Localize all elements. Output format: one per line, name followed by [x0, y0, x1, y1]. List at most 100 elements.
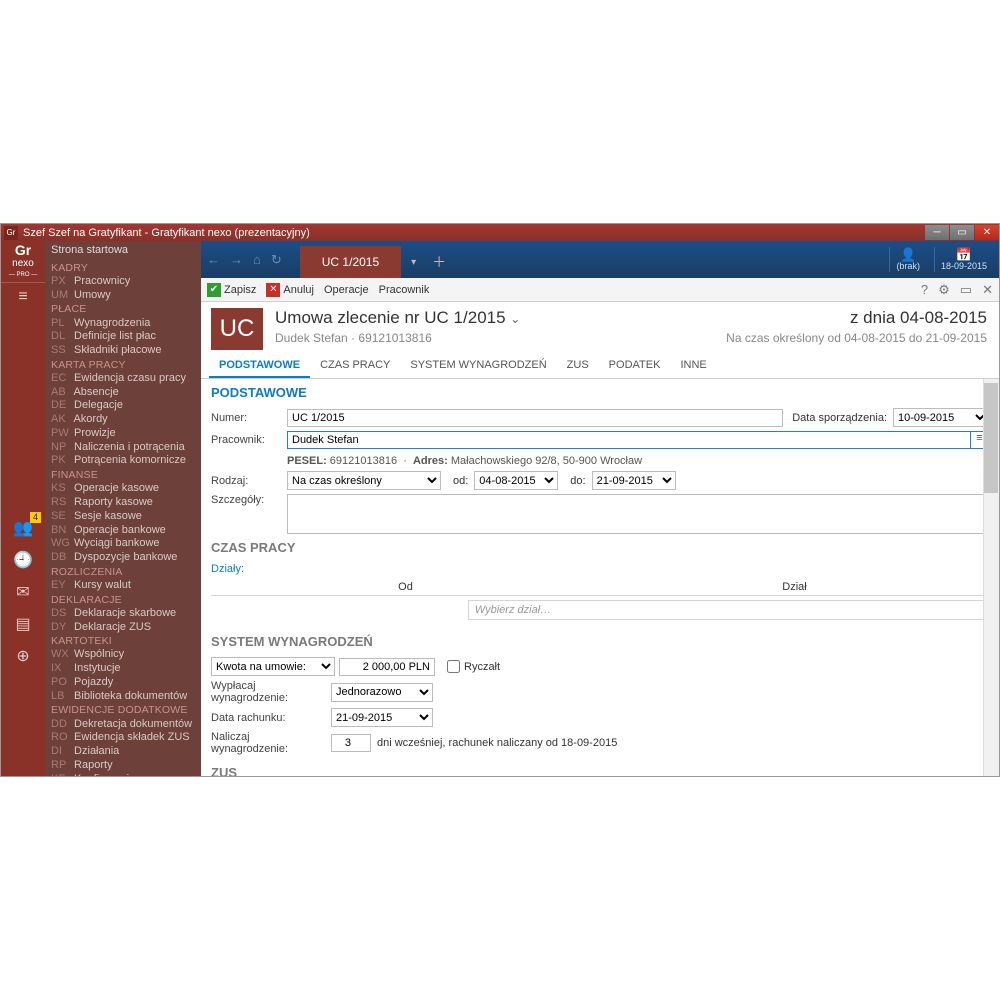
sidebar-item[interactable]: DD Dekretacja dokumentów — [45, 718, 201, 732]
szczegoly-textarea[interactable] — [287, 494, 989, 534]
app-logo: Gr nexo — PRO — — [1, 241, 45, 278]
people-icon[interactable]: 👥4 — [7, 514, 39, 542]
sidebar-item[interactable]: DB Dyspozycje bankowe — [45, 551, 201, 565]
sidebar-item[interactable]: WX Wspólnicy — [45, 648, 201, 662]
sidebar-start[interactable]: Strona startowa — [45, 241, 201, 261]
doc-period: Na czas określony od 04-08-2015 do 21-09… — [726, 331, 987, 345]
inner-tab[interactable]: PODSTAWOWE — [209, 354, 310, 378]
sidebar-item[interactable]: EY Kursy walut — [45, 579, 201, 593]
sidebar-item[interactable]: AK Akordy — [45, 413, 201, 427]
ryczalt-checkbox[interactable] — [447, 660, 460, 673]
sidebar-item[interactable]: DS Deklaracje skarbowe — [45, 607, 201, 621]
date-indicator[interactable]: 📅18-09-2015 — [934, 247, 993, 272]
sidebar-item[interactable]: UM Umowy — [45, 289, 201, 303]
maximize-panel-icon[interactable]: ▭ — [960, 282, 972, 298]
sidebar-item[interactable]: KF Konfiguracja — [45, 773, 201, 777]
logo-line2: nexo — [12, 258, 34, 269]
mail-icon[interactable]: ✉ — [7, 578, 39, 606]
sidebar-item[interactable]: AB Absencje — [45, 386, 201, 400]
sidebar-group: ROZLICZENIA — [45, 565, 201, 579]
form-body: PODSTAWOWE Numer: Data sporządzenia: 10-… — [201, 379, 999, 776]
sidebar-item[interactable]: PW Prowizje — [45, 427, 201, 441]
sidebar-item[interactable]: DE Delegacje — [45, 399, 201, 413]
inner-tab[interactable]: INNE — [670, 354, 716, 378]
scrollbar-track[interactable] — [983, 379, 999, 776]
section-zus: ZUS — [211, 765, 989, 776]
save-button[interactable]: ✔Zapisz — [207, 283, 256, 297]
od-label: od: — [441, 475, 474, 487]
sidebar-item[interactable]: KS Operacje kasowe — [45, 482, 201, 496]
inner-tab[interactable]: ZUS — [557, 354, 599, 378]
sidebar-item[interactable]: PK Potrącenia komornicze — [45, 454, 201, 468]
sidebar-item[interactable]: DI Działania — [45, 745, 201, 759]
inner-tab[interactable]: SYSTEM WYNAGRODZEŃ — [400, 354, 556, 378]
sidebar-item[interactable]: LB Biblioteka dokumentów — [45, 690, 201, 704]
sidebar-item[interactable]: WG Wyciągi bankowe — [45, 537, 201, 551]
cert-icon[interactable]: ▤ — [7, 610, 39, 638]
sidebar-item[interactable]: BN Operacje bankowe — [45, 524, 201, 538]
section-podstawowe: PODSTAWOWE — [211, 385, 989, 400]
kwota-type-select[interactable]: Kwota na umowie: — [211, 657, 335, 676]
tab-dropdown-icon[interactable]: ▾ — [411, 246, 416, 278]
sidebar-item[interactable]: EC Ewidencja czasu pracy — [45, 372, 201, 386]
inner-tab[interactable]: PODATEK — [599, 354, 671, 378]
sidebar-item[interactable]: SS Składniki płacowe — [45, 344, 201, 358]
add-module-icon[interactable]: ⊕ — [7, 642, 39, 670]
numer-input[interactable] — [287, 409, 783, 427]
nav-home-icon[interactable]: ⌂ — [253, 252, 261, 267]
window-titlebar: Gr Szef Szef na Gratyfikant - Gratyfikan… — [1, 224, 999, 241]
od-date-select[interactable]: 04-08-2015 — [474, 471, 558, 490]
wyplacaj-select[interactable]: Jednorazowo — [331, 683, 433, 702]
sidebar-group: EWIDENCJE DODATKOWE — [45, 703, 201, 717]
sidebar-item[interactable]: NP Naliczenia i potrącenia — [45, 441, 201, 455]
doc-subtitle: Dudek Stefan · 69121013816 — [275, 331, 714, 345]
clock-icon[interactable]: 🕘 — [7, 546, 39, 574]
logo-line3: — PRO — — [9, 272, 37, 278]
sidebar-item[interactable]: RS Raporty kasowe — [45, 496, 201, 510]
rodzaj-select[interactable]: Na czas określony — [287, 471, 441, 490]
window-minimize-button[interactable]: ─ — [925, 225, 949, 240]
window-close-button[interactable]: ✕ — [975, 225, 999, 240]
pracownik-input[interactable] — [287, 431, 971, 449]
kwota-input[interactable] — [339, 658, 435, 676]
section-czas-pracy: CZAS PRACY — [211, 540, 989, 555]
scrollbar-thumb[interactable] — [984, 383, 998, 493]
sidebar-item[interactable]: DY Deklaracje ZUS — [45, 621, 201, 635]
employee-menu[interactable]: Pracownik — [379, 284, 430, 296]
tab-add-icon[interactable]: ＋ — [432, 246, 446, 278]
nav-fwd-icon[interactable]: → — [230, 252, 243, 267]
inner-tabs: PODSTAWOWECZAS PRACYSYSTEM WYNAGRODZEŃZU… — [201, 354, 999, 379]
nav-refresh-icon[interactable]: ↻ — [271, 252, 282, 268]
do-date-select[interactable]: 21-09-2015 — [592, 471, 676, 490]
dzialy-link[interactable]: Działy: — [211, 563, 244, 575]
sidebar-group: FINANSE — [45, 468, 201, 482]
hamburger-icon[interactable]: ≡ — [1, 282, 45, 310]
sidebar-item[interactable]: SE Sesje kasowe — [45, 510, 201, 524]
sidebar-group: KARTOTEKI — [45, 634, 201, 648]
naliczaj-label: Naliczaj wynagrodzenie: — [211, 731, 331, 755]
document-tab[interactable]: UC 1/2015 — [300, 246, 401, 278]
window-title: Szef Szef na Gratyfikant - Gratyfikant n… — [21, 227, 924, 239]
data-sporz-select[interactable]: 10-09-2015 — [893, 408, 989, 427]
user-indicator[interactable]: 👤(brak) — [889, 247, 926, 272]
doc-title[interactable]: Umowa zlecenie nr UC 1/2015 ⌄ — [275, 308, 714, 328]
window-maximize-button[interactable]: ▭ — [950, 225, 974, 240]
sidebar-item[interactable]: RP Raporty — [45, 759, 201, 773]
sidebar-item[interactable]: PX Pracownicy — [45, 275, 201, 289]
sidebar-item[interactable]: RO Ewidencja składek ZUS — [45, 731, 201, 745]
nav-back-icon[interactable]: ← — [207, 252, 220, 267]
cancel-button[interactable]: ✕Anuluj — [266, 283, 314, 297]
naliczaj-input[interactable] — [331, 734, 371, 752]
data-rach-select[interactable]: 21-09-2015 — [331, 708, 433, 727]
help-icon[interactable]: ? — [921, 282, 928, 297]
sidebar-item[interactable]: IX Instytucje — [45, 662, 201, 676]
gear-icon[interactable]: ⚙ — [938, 282, 950, 298]
sidebar-item[interactable]: PL Wynagrodzenia — [45, 317, 201, 331]
sidebar-item[interactable]: DL Definicje list płac — [45, 330, 201, 344]
inner-tab[interactable]: CZAS PRACY — [310, 354, 400, 378]
sidebar-item[interactable]: PO Pojazdy — [45, 676, 201, 690]
sidebar-group: KADRY — [45, 261, 201, 275]
operations-menu[interactable]: Operacje — [324, 284, 369, 296]
dzial-placeholder[interactable]: Wybierz dział… — [468, 600, 989, 620]
close-panel-icon[interactable]: ✕ — [982, 282, 993, 298]
